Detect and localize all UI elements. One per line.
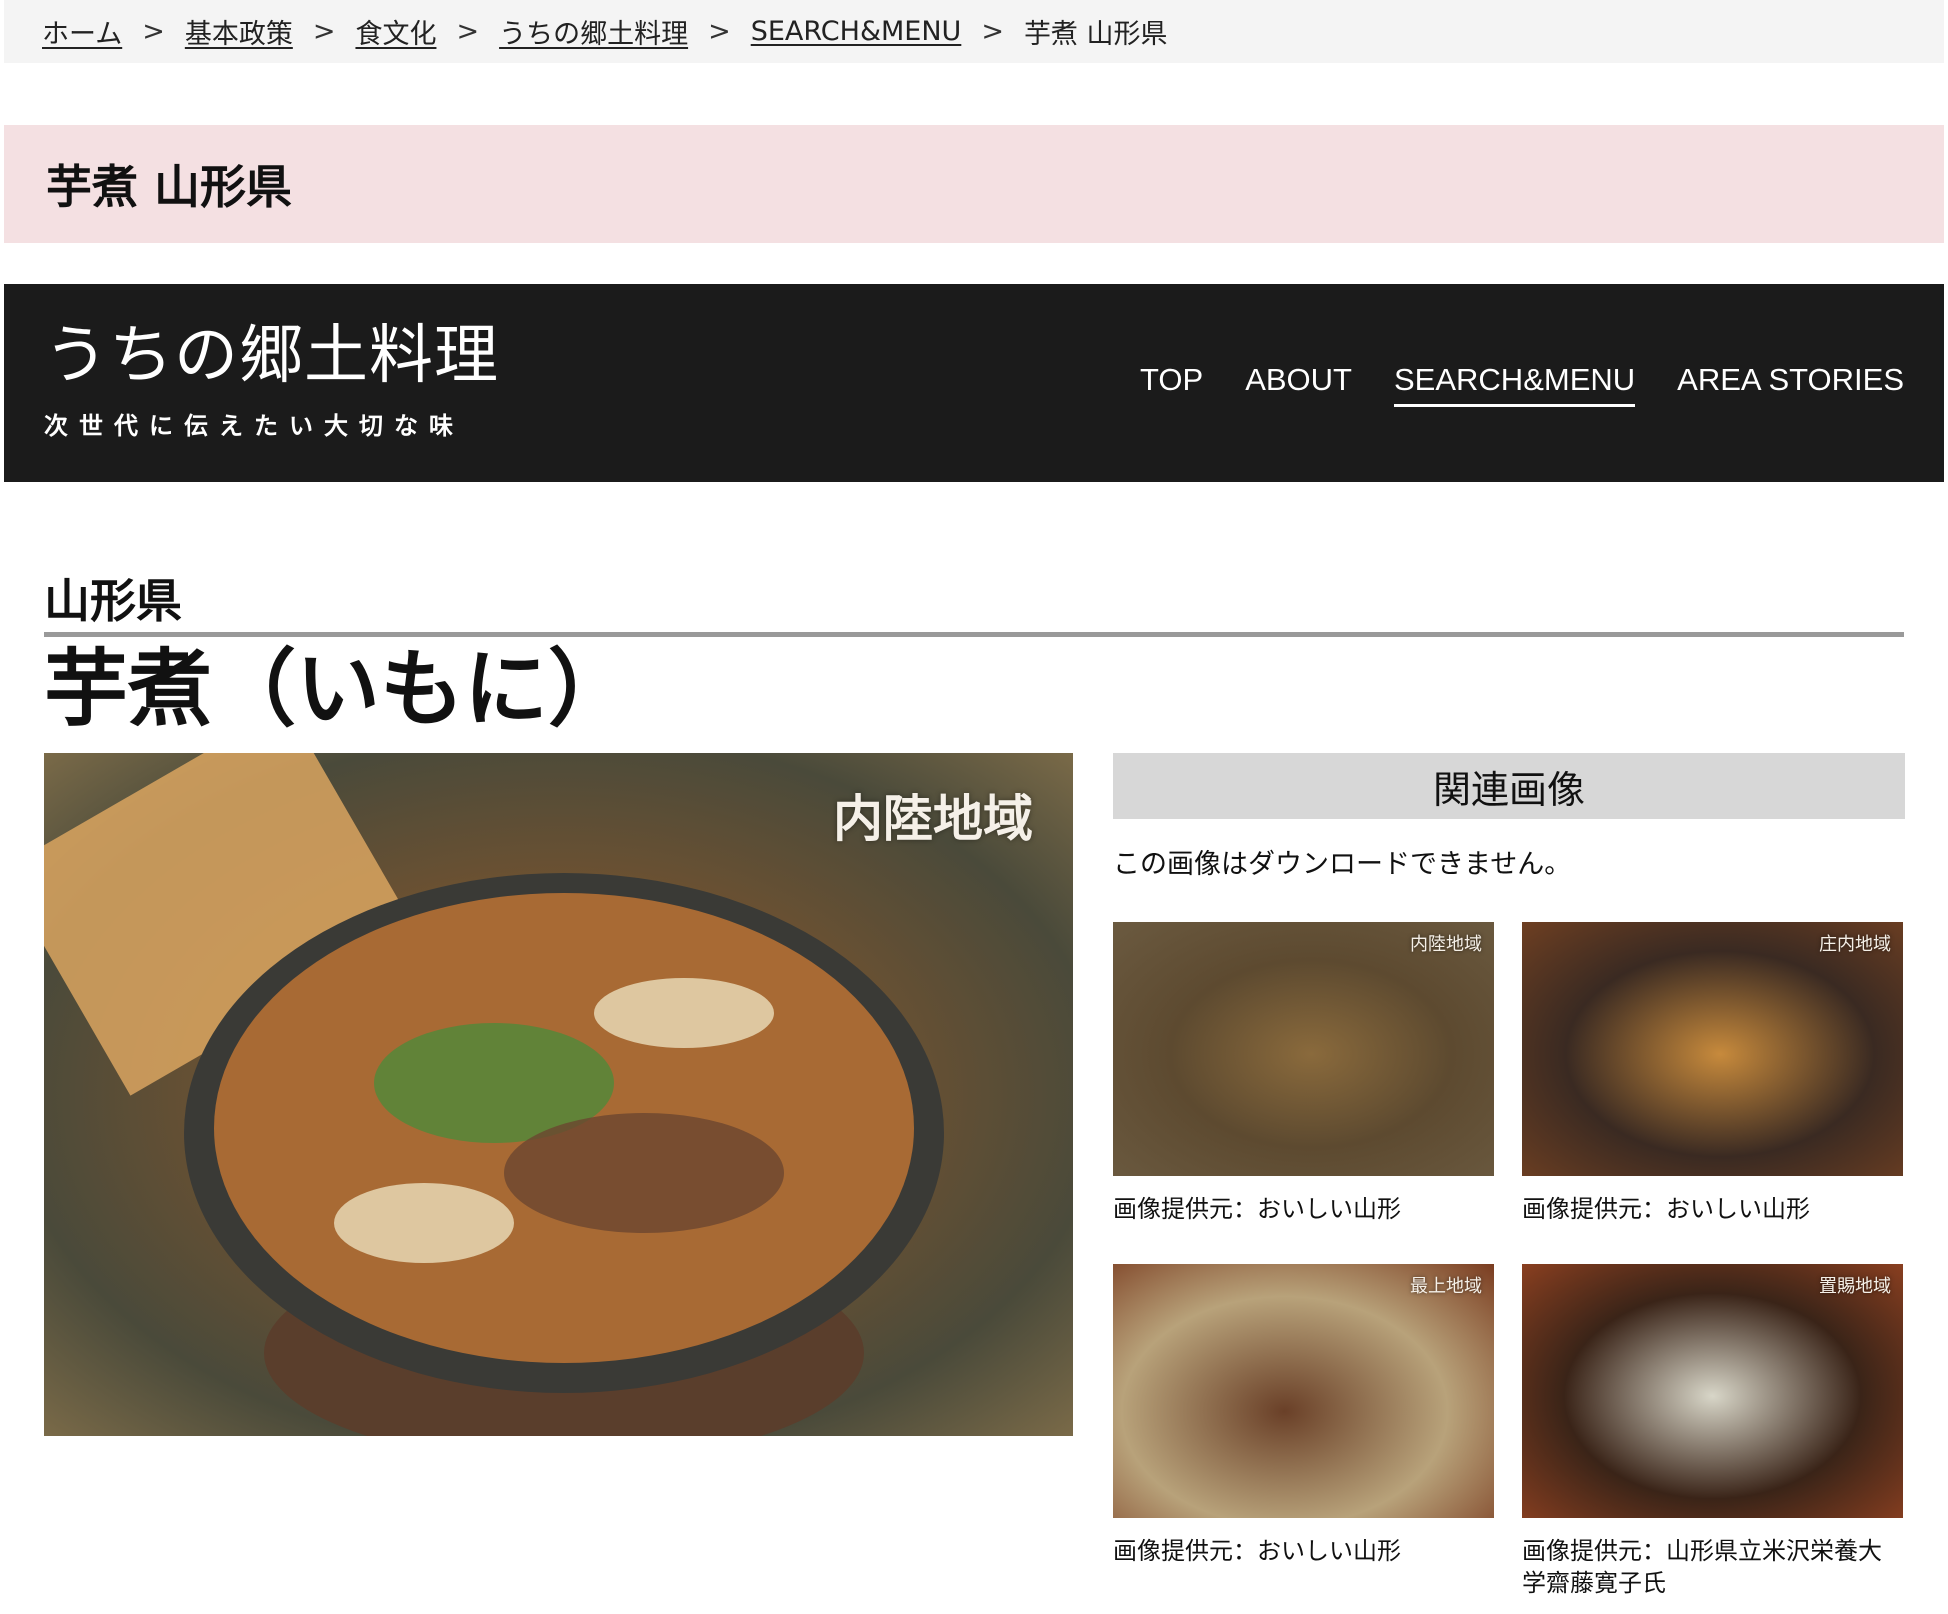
site-header: うちの郷土料理 次世代に伝えたい大切な味 TOP ABOUT SEARCH&ME… — [4, 284, 1944, 482]
image-caption: 画像提供元：おいしい山形 — [1113, 1537, 1401, 1565]
logo-tagline: 次世代に伝えたい大切な味 — [44, 411, 464, 440]
page-title-band: 芋煮 山形県 — [4, 125, 1944, 243]
thumbnail-region-label: 内陸地域 — [1410, 934, 1482, 955]
thumbnail-region-label: 庄内地域 — [1819, 934, 1891, 955]
breadcrumb-separator: > — [456, 16, 480, 47]
download-notice: この画像はダウンロードできません。 — [1113, 849, 1572, 880]
nav-area-stories[interactable]: AREA STORIES — [1677, 362, 1904, 407]
related-image-thumbnail[interactable]: 最上地域 — [1113, 1264, 1494, 1518]
breadcrumb-food-culture-link[interactable]: 食文化 — [355, 12, 436, 51]
related-image-thumbnail[interactable]: 庄内地域 — [1522, 922, 1903, 1176]
related-images-heading: 関連画像 — [1113, 753, 1905, 819]
breadcrumb-policy-link[interactable]: 基本政策 — [185, 12, 293, 51]
divider — [44, 632, 1904, 637]
breadcrumb-home-link[interactable]: ホーム — [42, 12, 122, 51]
image-caption: 画像提供元：おいしい山形 — [1522, 1195, 1810, 1223]
nav-about[interactable]: ABOUT — [1245, 362, 1352, 407]
pot-illustration — [44, 753, 944, 1436]
related-image-thumbnail[interactable]: 置賜地域 — [1522, 1264, 1903, 1518]
breadcrumb-separator: > — [708, 16, 731, 47]
dish-title: 芋煮（いもに） — [44, 639, 633, 738]
page-title: 芋煮 山形県 — [46, 160, 293, 214]
breadcrumb-separator: > — [312, 16, 336, 47]
prefecture-heading: 山形県 — [44, 574, 182, 628]
nav-top[interactable]: TOP — [1140, 362, 1203, 407]
thumbnail-region-label: 置賜地域 — [1819, 1276, 1891, 1297]
nav-search-menu[interactable]: SEARCH&MENU — [1394, 362, 1636, 407]
main-nav: TOP ABOUT SEARCH&MENU AREA STORIES — [1140, 362, 1904, 407]
related-image-thumbnail[interactable]: 内陸地域 — [1113, 922, 1494, 1176]
photo-region-label: 内陸地域 — [833, 789, 1033, 848]
breadcrumb-separator: > — [981, 16, 1004, 47]
image-caption: 画像提供元：山形県立米沢栄養大学齋藤寛子氏 — [1522, 1537, 1882, 1598]
thumbnail-region-label: 最上地域 — [1410, 1276, 1482, 1297]
breadcrumb: ホーム > 基本政策 > 食文化 > うちの郷土料理 > SEARCH&MENU… — [4, 0, 1944, 63]
site-logo[interactable]: うちの郷土料理 次世代に伝えたい大切な味 — [44, 324, 499, 441]
breadcrumb-separator: > — [142, 16, 165, 47]
main-dish-photo: 内陸地域 — [44, 753, 1073, 1436]
image-caption: 画像提供元：おいしい山形 — [1113, 1195, 1401, 1223]
breadcrumb-local-cuisine-link[interactable]: うちの郷土料理 — [499, 12, 688, 51]
breadcrumb-search-menu-link[interactable]: SEARCH&MENU — [751, 16, 962, 47]
logo-main-text: うちの郷土料理 — [44, 319, 499, 393]
breadcrumb-current: 芋煮 山形県 — [1023, 19, 1168, 50]
